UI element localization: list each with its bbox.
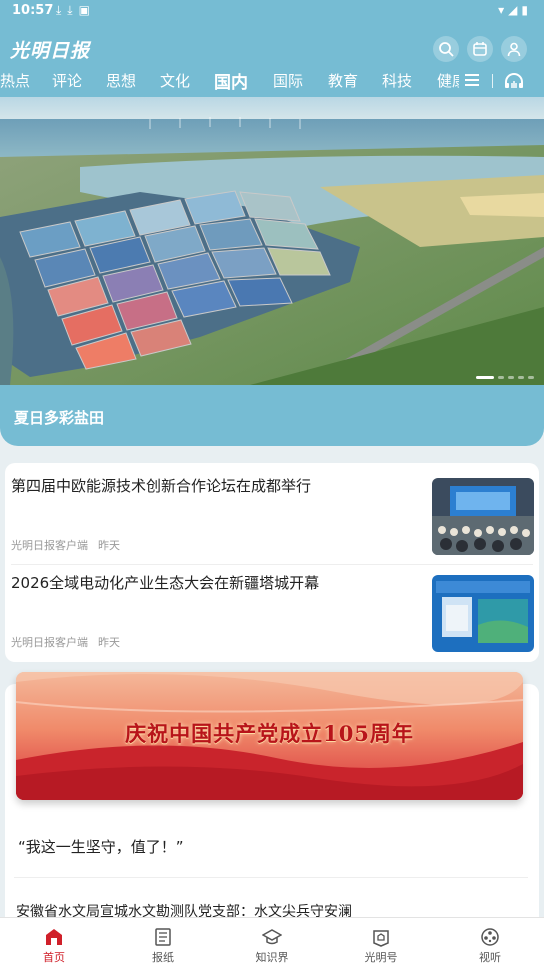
status-bar: 10:57 ⤓⤓▣ ▾◢▮ bbox=[0, 0, 544, 24]
tab-label: 视听 bbox=[479, 951, 501, 964]
nav-divider bbox=[492, 74, 493, 88]
status-time: 10:57 bbox=[12, 3, 54, 18]
bottom-tab-bar: 首页 报纸 知识界 光明号 视听 bbox=[0, 917, 544, 968]
hero-banner[interactable] bbox=[0, 97, 544, 385]
nav-tab-education[interactable]: 教育 bbox=[328, 70, 358, 91]
tab-guangming-account[interactable]: 光明号 bbox=[327, 918, 435, 968]
carousel-dot bbox=[476, 376, 494, 379]
carousel-dot bbox=[508, 376, 514, 379]
nav-tab-culture[interactable]: 文化 bbox=[160, 70, 190, 91]
nav-tab-health[interactable]: 健康 bbox=[437, 70, 459, 91]
nav-tab-hot[interactable]: 热点 bbox=[0, 70, 30, 91]
user-icon bbox=[507, 42, 521, 57]
tab-label: 首页 bbox=[43, 951, 65, 964]
calendar-button[interactable] bbox=[467, 36, 493, 62]
news-time: 昨天 bbox=[98, 539, 120, 552]
news-thumbnail bbox=[432, 478, 534, 555]
tab-label: 报纸 bbox=[152, 951, 174, 964]
badge-icon bbox=[373, 930, 389, 947]
hero-image bbox=[0, 97, 544, 385]
carousel-dot bbox=[528, 376, 534, 379]
news-title: 第四届中欧能源技术创新合作论坛在成都举行 bbox=[11, 477, 312, 495]
download-icon: ⤓⤓▣ bbox=[56, 3, 96, 17]
carousel-dot bbox=[518, 376, 524, 379]
news-source: 光明日报客户端 bbox=[11, 636, 88, 649]
battery-icon: ▾◢▮ bbox=[498, 3, 532, 17]
tab-newspaper[interactable]: 报纸 bbox=[109, 918, 217, 968]
news-title: 2026全域电动化产业生态大会在新疆塔城开幕 bbox=[11, 574, 320, 592]
banner-title: 庆祝中国共产党成立105周年 bbox=[125, 721, 414, 746]
hero-caption[interactable]: 夏日多彩盐田 bbox=[14, 407, 104, 428]
app-logo: 光明日报 bbox=[10, 40, 91, 62]
nav-tab-thought[interactable]: 思想 bbox=[106, 70, 136, 91]
headphones-icon[interactable] bbox=[504, 73, 524, 89]
nav-tab-international[interactable]: 国际 bbox=[273, 70, 303, 91]
tab-label: 知识界 bbox=[255, 951, 289, 964]
news-meta: 光明日报客户端 昨天 bbox=[11, 634, 120, 650]
tab-knowledge[interactable]: 知识界 bbox=[218, 918, 326, 968]
news-source: 光明日报客户端 bbox=[11, 539, 88, 552]
channel-nav: 热点 评论 思想 文化 国内 国际 教育 科技 健康 bbox=[0, 68, 544, 94]
news-item[interactable]: 第四届中欧能源技术创新合作论坛在成都举行 光明日报客户端 昨天 bbox=[5, 463, 539, 565]
tab-home[interactable]: 首页 bbox=[0, 918, 108, 968]
carousel-indicator bbox=[476, 376, 534, 379]
tab-video[interactable]: 视听 bbox=[436, 918, 544, 968]
carousel-dot bbox=[498, 376, 504, 379]
search-icon bbox=[439, 42, 454, 57]
newspaper-icon bbox=[155, 928, 171, 946]
news-list: 第四届中欧能源技术创新合作论坛在成都举行 光明日报客户端 昨天 2026全域电动化… bbox=[5, 463, 539, 662]
news-thumbnail bbox=[432, 575, 534, 652]
graduation-cap-icon bbox=[262, 929, 282, 945]
calendar-icon bbox=[473, 42, 487, 56]
nav-tab-commentary[interactable]: 评论 bbox=[52, 70, 82, 91]
news-item[interactable]: 2026全域电动化产业生态大会在新疆塔城开幕 光明日报客户端 昨天 bbox=[5, 560, 539, 657]
tab-label: 光明号 bbox=[364, 951, 398, 964]
home-icon bbox=[46, 929, 62, 945]
menu-icon[interactable] bbox=[464, 73, 480, 87]
profile-button[interactable] bbox=[501, 36, 527, 62]
nav-tab-technology[interactable]: 科技 bbox=[382, 70, 412, 91]
news-meta: 光明日报客户端 昨天 bbox=[11, 537, 120, 553]
divider bbox=[14, 877, 528, 878]
news-time: 昨天 bbox=[98, 636, 120, 649]
feature-headline[interactable]: “我这一生坚守，值了！” bbox=[18, 836, 184, 857]
search-button[interactable] bbox=[433, 36, 459, 62]
nav-tab-domestic[interactable]: 国内 bbox=[214, 68, 248, 93]
anniversary-banner[interactable]: 庆祝中国共产党成立105周年 bbox=[16, 672, 523, 800]
film-reel-icon bbox=[481, 928, 499, 946]
